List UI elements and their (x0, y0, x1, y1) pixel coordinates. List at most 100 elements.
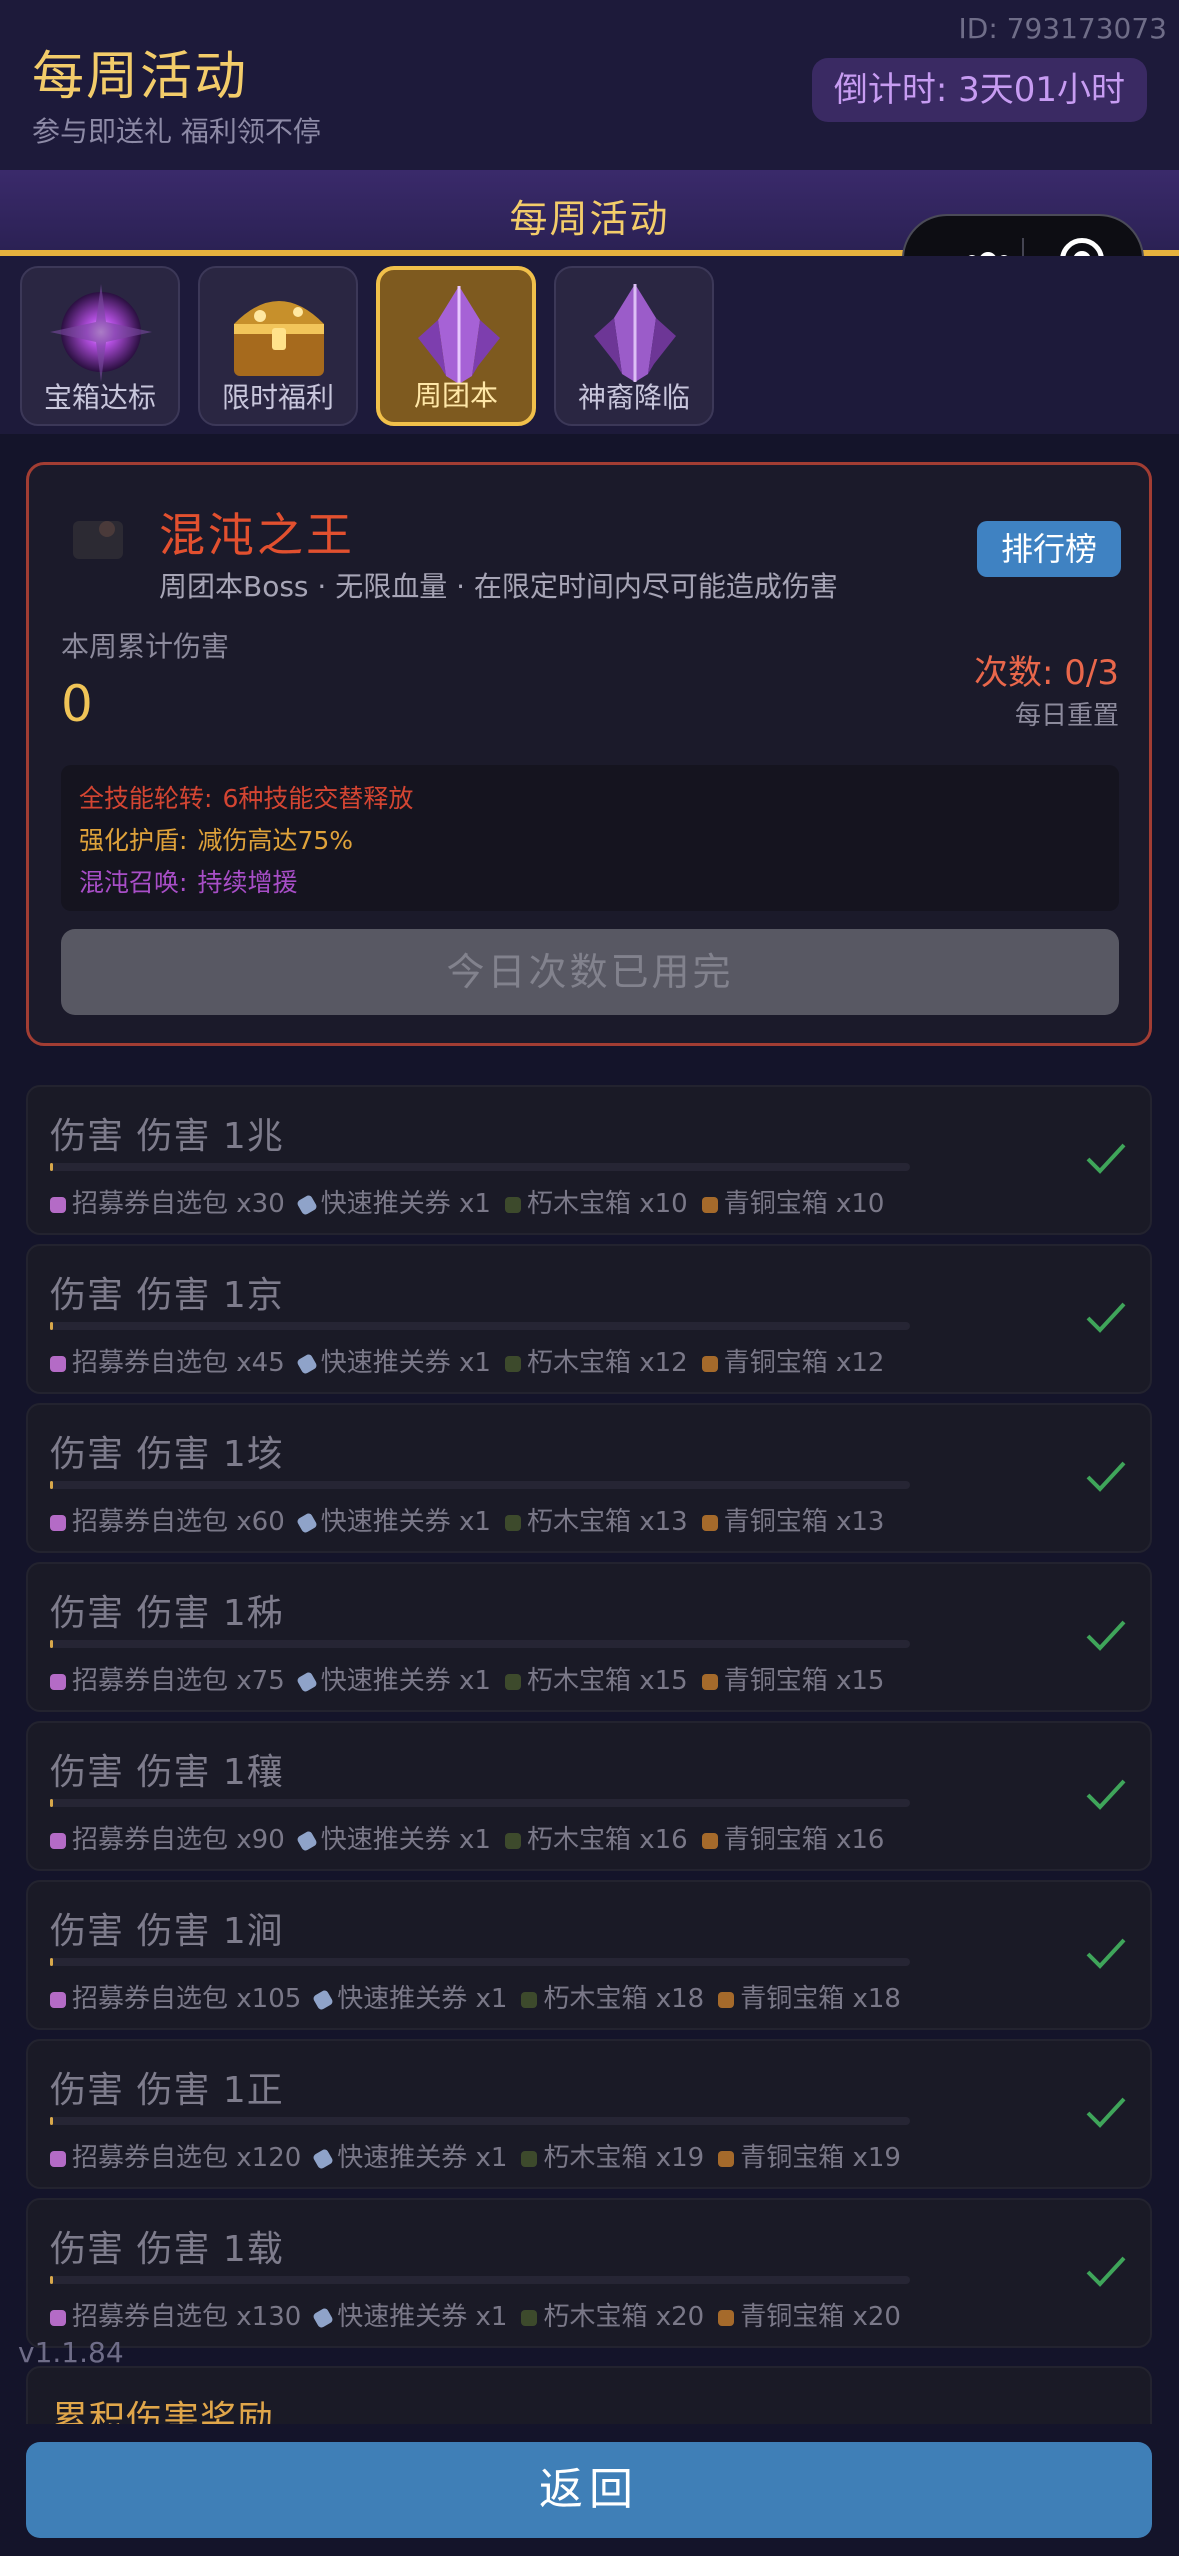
reward-items: 招募券自选包 x45 快速推关券 x1 朽木宝箱 x12 青铜宝箱 x12 (50, 1342, 898, 1379)
leaderboard-button[interactable]: 排行榜 (977, 521, 1121, 577)
reward-progress-fill (50, 2117, 53, 2125)
reward-item-label: 快速推关券 x1 (337, 2302, 508, 2332)
scroll-icon (295, 1671, 318, 1693)
boss-name: 混沌之王 (159, 508, 355, 562)
tab-limited-welfare[interactable]: 限时福利 (198, 266, 358, 426)
footer: 返回 (0, 2424, 1179, 2556)
reward-row: 伤害 伤害 1载 招募券自选包 x130 快速推关券 x1 朽木宝箱 x20 青铜宝箱… (26, 2198, 1152, 2348)
reward-item: 青铜宝箱 x20 (718, 2296, 901, 2333)
reward-title: 伤害 伤害 1载 (50, 2229, 284, 2270)
reward-item: 招募券自选包 x75 (50, 1660, 285, 1697)
ticket-pack-icon (50, 1356, 66, 1372)
skill-item: 强化护盾: 减伤高达75% (79, 821, 353, 857)
reward-item: 招募券自选包 x30 (50, 1183, 285, 1220)
back-button[interactable]: 返回 (26, 2442, 1152, 2538)
purple-orb-icon (50, 284, 152, 382)
reward-item: 招募券自选包 x120 (50, 2137, 301, 2174)
reward-progress-bar (50, 1640, 910, 1648)
reward-progress-fill (50, 1481, 53, 1489)
purple-crystal-icon (594, 284, 676, 382)
boss-card: 混沌之王 周团本Boss · 无限血量 · 在限定时间内尽可能造成伤害 排行榜 … (26, 462, 1152, 1046)
attempts-count: 次数: 0/3 (974, 653, 1119, 693)
reward-item-label: 招募券自选包 x30 (72, 1189, 285, 1219)
reward-item-label: 朽木宝箱 x12 (526, 1348, 688, 1378)
boss-skills: 全技能轮转: 6种技能交替释放 强化护盾: 减伤高达75% 混沌召唤: 持续增援 (61, 765, 1119, 911)
bronze-chest-icon (718, 2151, 735, 2167)
reward-item-label: 快速推关券 x1 (320, 1825, 491, 1855)
reward-items: 招募券自选包 x75 快速推关券 x1 朽木宝箱 x15 青铜宝箱 x15 (50, 1660, 898, 1697)
reward-item: 快速推关券 x1 (312, 2296, 508, 2333)
version-label: v1.1.84 (18, 2336, 124, 2369)
check-icon (1086, 2256, 1126, 2287)
reward-item-label: 朽木宝箱 x20 (543, 2302, 705, 2332)
page-title: 每周活动 (32, 47, 249, 107)
reward-progress-fill (50, 1799, 53, 1807)
reward-item: 快速推关券 x1 (312, 1978, 508, 2015)
tab-label: 宝箱达标 (43, 381, 156, 414)
reward-item: 朽木宝箱 x19 (521, 2137, 704, 2174)
reward-item: 招募券自选包 x45 (50, 1342, 285, 1379)
reward-item-label: 朽木宝箱 x18 (543, 1984, 705, 2014)
ticket-pack-icon (50, 1674, 66, 1690)
bronze-chest-icon (718, 1992, 735, 2008)
reward-item: 朽木宝箱 x12 (504, 1342, 688, 1379)
bronze-chest-icon (701, 1515, 718, 1531)
reward-progress-bar (50, 1799, 910, 1807)
reward-title: 伤害 伤害 1穰 (50, 1752, 284, 1793)
reward-item-label: 朽木宝箱 x19 (543, 2143, 705, 2173)
reward-title: 伤害 伤害 1涧 (50, 1911, 284, 1952)
reward-title: 伤害 伤害 1秭 (50, 1593, 284, 1634)
reward-title: 伤害 伤害 1垓 (50, 1434, 284, 1475)
reward-item: 青铜宝箱 x19 (718, 2137, 901, 2174)
reward-item-label: 招募券自选包 x120 (72, 2143, 302, 2173)
reward-item: 快速推关券 x1 (295, 1819, 491, 1856)
scroll-icon (312, 2148, 335, 2170)
bronze-chest-icon (701, 1674, 718, 1690)
reward-progress-fill (50, 1163, 53, 1171)
reward-item-label: 青铜宝箱 x16 (723, 1825, 885, 1855)
reward-item-label: 招募券自选包 x105 (72, 1984, 302, 2014)
reward-item: 青铜宝箱 x16 (701, 1819, 885, 1856)
reward-progress-fill (50, 2276, 53, 2284)
tab-chest-goal[interactable]: 宝箱达标 (20, 266, 180, 426)
challenge-button[interactable]: 今日次数已用完 (61, 929, 1119, 1015)
reward-item-label: 招募券自选包 x75 (72, 1666, 285, 1696)
reward-row: 伤害 伤害 1穰 招募券自选包 x90 快速推关券 x1 朽木宝箱 x16 青铜宝箱 … (26, 1721, 1152, 1871)
reward-item: 青铜宝箱 x12 (701, 1342, 884, 1379)
reward-item: 快速推关券 x1 (295, 1183, 491, 1220)
reward-title: 伤害 伤害 1兆 (50, 1116, 284, 1157)
reward-item-label: 青铜宝箱 x20 (740, 2302, 901, 2332)
countdown-label: 倒计时: (833, 70, 959, 110)
wooden-chest-icon (504, 1833, 521, 1849)
reward-item-label: 青铜宝箱 x19 (740, 2143, 901, 2173)
reward-items: 招募券自选包 x130 快速推关券 x1 朽木宝箱 x20 青铜宝箱 x20 (50, 2296, 915, 2333)
reward-item: 快速推关券 x1 (295, 1660, 491, 1697)
weekly-damage-value: 0 (61, 675, 93, 733)
ticket-pack-icon (50, 1515, 66, 1531)
scroll-icon (295, 1194, 318, 1216)
reward-item-label: 快速推关券 x1 (320, 1348, 491, 1378)
reward-item-label: 快速推关券 x1 (337, 1984, 508, 2014)
reward-row: 伤害 伤害 1涧 招募券自选包 x105 快速推关券 x1 朽木宝箱 x18 青铜宝箱… (26, 1880, 1152, 2030)
reward-progress-bar (50, 1322, 910, 1330)
wooden-chest-icon (521, 2310, 538, 2326)
reward-item-label: 快速推关券 x1 (320, 1189, 491, 1219)
reward-item: 朽木宝箱 x18 (521, 1978, 704, 2015)
tab-weekly-raid[interactable]: 周团本 (376, 266, 536, 426)
reward-item-label: 青铜宝箱 x15 (723, 1666, 885, 1696)
tab-divine-descent[interactable]: 神裔降临 (554, 266, 714, 426)
check-icon (1086, 1461, 1126, 1492)
check-icon (1086, 1620, 1126, 1651)
countdown-badge: 倒计时: 3天01小时 (811, 58, 1147, 122)
countdown-value: 3天01小时 (958, 70, 1125, 110)
reward-item: 青铜宝箱 x10 (701, 1183, 884, 1220)
header: 每周活动 参与即送礼 福利领不停 ID: 793173073 倒计时: 3天01… (0, 0, 1179, 170)
check-icon (1086, 2097, 1126, 2128)
tab-label: 神裔降临 (577, 381, 690, 414)
scroll-icon (312, 2307, 335, 2329)
reward-item-label: 青铜宝箱 x13 (723, 1507, 885, 1537)
reward-item: 朽木宝箱 x13 (504, 1501, 688, 1538)
reward-item: 快速推关券 x1 (295, 1501, 491, 1538)
skill-name: 混沌召唤: (79, 868, 188, 897)
reward-items: 招募券自选包 x30 快速推关券 x1 朽木宝箱 x10 青铜宝箱 x10 (50, 1183, 898, 1220)
